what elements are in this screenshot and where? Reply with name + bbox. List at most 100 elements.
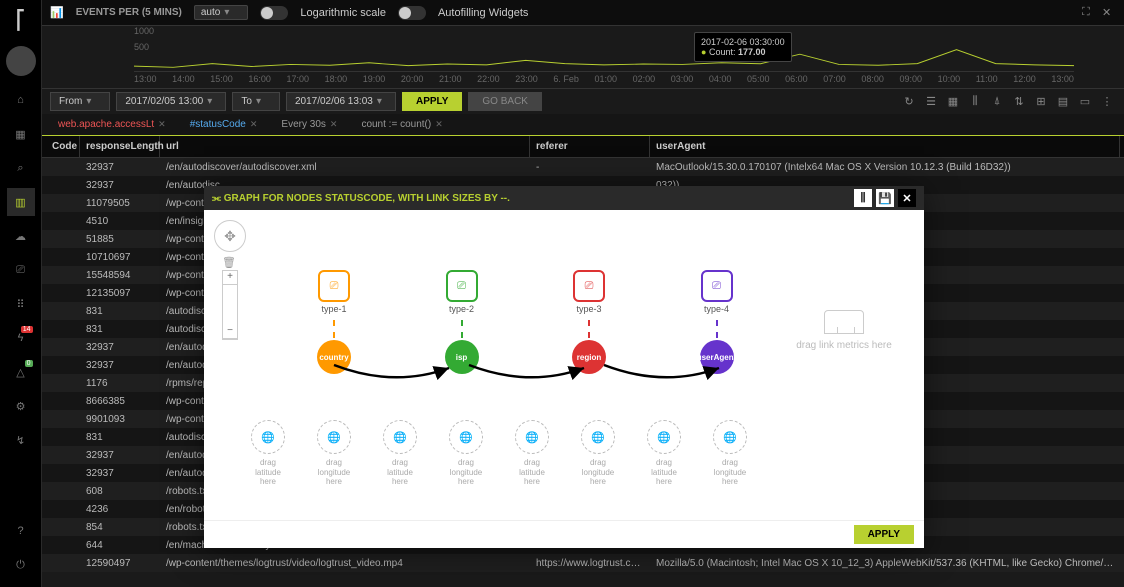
avatar[interactable] <box>6 46 36 76</box>
search-icon[interactable]: ⌕ <box>7 154 35 182</box>
col-ref[interactable]: referer <box>530 136 650 157</box>
pill-remove[interactable]: ✕ <box>435 119 443 130</box>
close-icon[interactable]: ✕ <box>1102 6 1116 20</box>
more-icon[interactable]: ⋮ <box>1098 93 1116 111</box>
log-toggle[interactable] <box>260 6 288 20</box>
modal-chart-icon[interactable]: ⫼ <box>854 189 872 207</box>
metrics-dropzone[interactable]: drag link metrics here <box>784 300 904 360</box>
apps-icon[interactable]: ⠿ <box>7 290 35 318</box>
chart-icon: 📊 <box>50 6 64 19</box>
col-resp[interactable]: responseLength <box>80 136 160 157</box>
query-pill[interactable]: Every 30s ✕ <box>273 117 345 132</box>
chart-tooltip: 2017-02-06 03:30:00 ● Count: 177.00 <box>694 32 792 62</box>
globe-icon: 🌐 <box>581 420 615 454</box>
table-header: Code responseLength url referer userAgen… <box>42 136 1124 158</box>
tree-icon[interactable]: ⍋ <box>988 93 1006 111</box>
pill-remove[interactable]: ✕ <box>250 119 258 130</box>
x-axis: 13:0014:0015:0016:0017:0018:0019:0020:00… <box>134 72 1074 86</box>
geo-dropzone[interactable]: 🌐 draglatitudehere <box>244 420 292 487</box>
sliders-icon: ⎚ <box>318 270 350 302</box>
analytics-icon[interactable]: ▥ <box>7 188 35 216</box>
scale-select[interactable]: auto <box>194 5 249 20</box>
geo-dropzone[interactable]: 🌐 draglongitudehere <box>706 420 754 487</box>
geo-dropzone[interactable]: 🌐 draglongitudehere <box>574 420 622 487</box>
badge-alerts: 14 <box>21 326 33 333</box>
graph-icon: ⫘ <box>212 193 221 204</box>
globe-icon: 🌐 <box>383 420 417 454</box>
pan-control[interactable]: ✥ <box>214 220 246 252</box>
zoom-in[interactable]: + <box>223 271 237 285</box>
bar-icon[interactable]: ⫼ <box>966 93 984 111</box>
globe-icon: 🌐 <box>449 420 483 454</box>
apply-button[interactable]: APPLY <box>402 92 462 111</box>
sort-icon[interactable]: ⇅ <box>1010 93 1028 111</box>
sliders-icon[interactable]: ⎚ <box>7 256 35 284</box>
geo-dropzone[interactable]: 🌐 draglatitudehere <box>640 420 688 487</box>
autofill-toggle[interactable] <box>398 6 426 20</box>
badge-warn: 0 <box>25 360 33 367</box>
globe-icon: 🌐 <box>713 420 747 454</box>
events-label: EVENTS PER (5 MINS) <box>76 7 182 18</box>
to-label[interactable]: To <box>232 92 280 111</box>
gear-icon[interactable]: ⚙ <box>7 392 35 420</box>
globe-icon: 🌐 <box>647 420 681 454</box>
modal-close-icon[interactable]: ✕ <box>898 189 916 207</box>
warning-icon[interactable]: △0 <box>7 358 35 386</box>
geo-dropzone[interactable]: 🌐 draglatitudehere <box>376 420 424 487</box>
flow-icon[interactable]: ↯ <box>7 426 35 454</box>
dashboard-icon[interactable]: ▦ <box>7 120 35 148</box>
geo-dropzone[interactable]: 🌐 draglongitudehere <box>310 420 358 487</box>
query-pills: web.apache.accessLt ✕ #statusCode ✕ Every … <box>42 114 1124 136</box>
history-icon[interactable]: ↻ <box>900 93 918 111</box>
zoom-out[interactable]: − <box>223 325 237 339</box>
modal-save-icon[interactable]: 💾 <box>876 189 894 207</box>
table-row[interactable]: 12590497 /wp-content/themes/logtrust/vid… <box>42 554 1124 572</box>
query-pill[interactable]: web.apache.accessLt ✕ <box>50 117 174 132</box>
sliders-icon: ⎚ <box>446 270 478 302</box>
cloud-icon[interactable]: ☁ <box>7 222 35 250</box>
goback-button[interactable]: GO BACK <box>468 92 542 111</box>
trash-icon[interactable]: 🗑 <box>222 256 236 269</box>
timeline-chart[interactable]: 1000 500 2017-02-06 03:30:00 ● Count: 17… <box>84 26 1124 88</box>
col-ua[interactable]: userAgent <box>650 136 1120 157</box>
zoom-control: + − <box>222 270 238 340</box>
grid-icon[interactable]: ▦ <box>944 93 962 111</box>
layout-icon[interactable]: ▤ <box>1054 93 1072 111</box>
power-icon[interactable]: ⏻ <box>7 551 35 579</box>
log-label: Logarithmic scale <box>300 7 386 19</box>
geo-dropzone[interactable]: 🌐 draglatitudehere <box>508 420 556 487</box>
expand-icon[interactable]: ⛶ <box>1082 6 1096 20</box>
graph-node[interactable]: ⎚ type-3 region <box>529 270 649 374</box>
from-label[interactable]: From <box>50 92 110 111</box>
col-icon[interactable]: ⊞ <box>1032 93 1050 111</box>
globe-icon: 🌐 <box>251 420 285 454</box>
zoom-track[interactable] <box>223 285 237 325</box>
from-input[interactable]: 2017/02/05 13:00 <box>116 92 226 111</box>
graph-node[interactable]: ⎚ type-4 userAgent <box>657 270 777 374</box>
col-code[interactable]: Code <box>46 136 80 157</box>
modal-header: ⫘ GRAPH FOR NODES STATUSCODE, WITH LINK … <box>204 186 924 210</box>
table-row[interactable]: 32937 /en/autodiscover/autodiscover.xml … <box>42 158 1124 176</box>
to-input[interactable]: 2017/02/06 13:03 <box>286 92 396 111</box>
graph-modal: ⫘ GRAPH FOR NODES STATUSCODE, WITH LINK … <box>204 186 924 548</box>
pill-remove[interactable]: ✕ <box>158 119 166 130</box>
home-icon[interactable]: ⌂ <box>7 86 35 114</box>
col-url[interactable]: url <box>160 136 530 157</box>
help-icon[interactable]: ? <box>7 517 35 545</box>
logo[interactable]: ⎡ <box>5 4 37 36</box>
query-pill[interactable]: count := count() ✕ <box>353 117 450 132</box>
time-controls: From 2017/02/05 13:00 To 2017/02/06 13:0… <box>42 88 1124 114</box>
autofill-label: Autofilling Widgets <box>438 7 529 19</box>
inbox-icon <box>824 310 864 334</box>
pill-remove[interactable]: ✕ <box>330 119 338 130</box>
geo-dropzone[interactable]: 🌐 draglongitudehere <box>442 420 490 487</box>
list-icon[interactable]: ☰ <box>922 93 940 111</box>
modal-body: ✥ 🗑 + − ⎚ type-1 country ⎚ type-2 isp ⎚ … <box>204 210 924 520</box>
screen-icon[interactable]: ▭ <box>1076 93 1094 111</box>
bolt-icon[interactable]: ϟ14 <box>7 324 35 352</box>
graph-node[interactable]: ⎚ type-1 country <box>274 270 394 374</box>
modal-apply-button[interactable]: APPLY <box>854 525 914 544</box>
graph-node[interactable]: ⎚ type-2 isp <box>402 270 522 374</box>
sidebar: ⎡ ⌂ ▦ ⌕ ▥ ☁ ⎚ ⠿ ϟ14 △0 ⚙ ↯ ? ⏻ <box>0 0 42 587</box>
query-pill[interactable]: #statusCode ✕ <box>182 117 266 132</box>
